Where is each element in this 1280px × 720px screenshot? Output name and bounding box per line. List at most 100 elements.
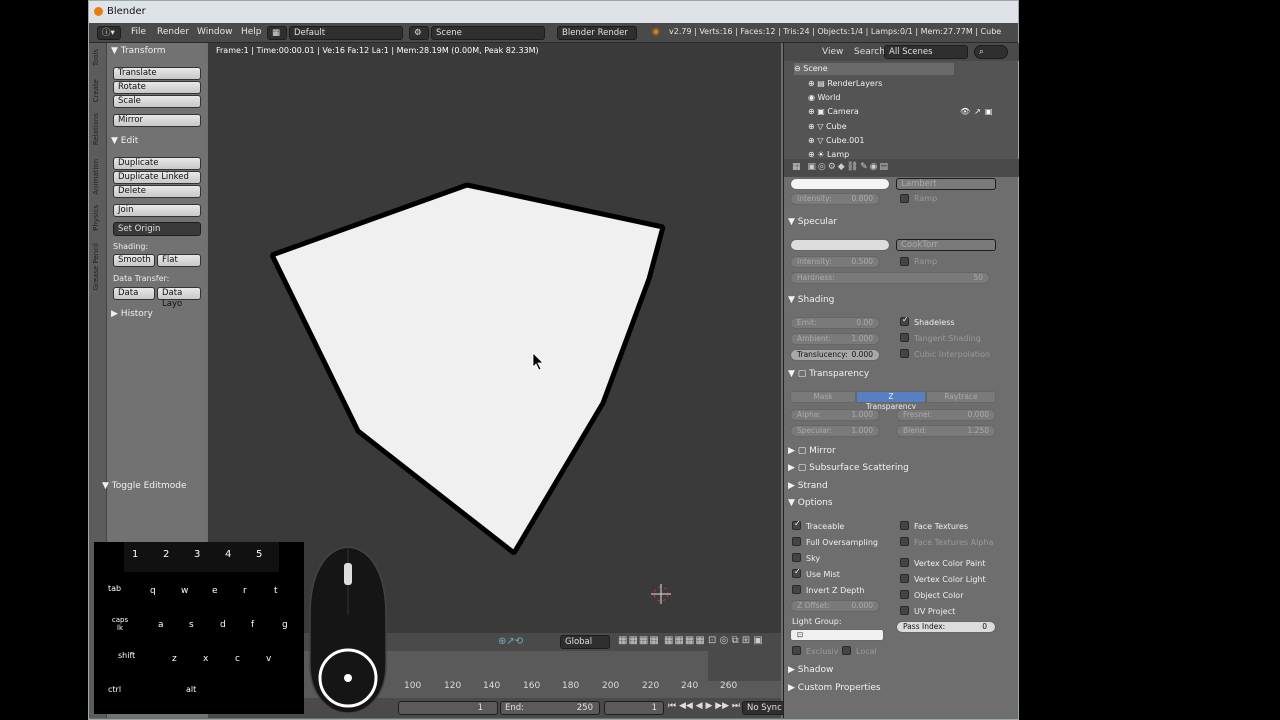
full-oversampling-checkbox[interactable] (792, 537, 801, 546)
options-header[interactable]: ▼ Options (788, 498, 833, 508)
mask-button[interactable]: Mask (790, 391, 856, 403)
shading-header[interactable]: ▼ Shading (788, 295, 834, 305)
diffuse-ramp-checkbox[interactable] (900, 194, 909, 203)
z-offset-field[interactable]: Z Offset: 0.000 (790, 600, 880, 612)
outliner-row-camera[interactable]: ⊕ ▣ Camera (808, 107, 859, 116)
editor-type-icon[interactable]: ⓘ▾ (97, 26, 121, 40)
invert-z-checkbox[interactable] (792, 585, 801, 594)
specular-color[interactable] (790, 239, 890, 251)
rotate-button[interactable]: Rotate (113, 81, 201, 94)
menu-render[interactable]: Render (157, 27, 189, 37)
smooth-button[interactable]: Smooth (113, 254, 155, 267)
tab-create[interactable]: Create (92, 79, 100, 102)
data-layo-button[interactable]: Data Layo (157, 287, 201, 309)
outliner-search-menu[interactable]: Search (854, 47, 885, 57)
sky-checkbox[interactable] (792, 553, 801, 562)
playback-controls[interactable]: ⏮ ◀◀ ◀ ▶ ▶▶ ⏭ (668, 701, 740, 711)
uv-project-checkbox[interactable] (900, 606, 909, 615)
light-group-field[interactable]: ⊡ (790, 629, 884, 641)
outliner-row-cube[interactable]: ⊕ ▽ Cube (808, 122, 847, 131)
mirror-button[interactable]: Mirror (113, 114, 201, 127)
tab-animation[interactable]: Animation (92, 159, 100, 195)
diffuse-color[interactable] (790, 178, 890, 190)
raytrace-button[interactable]: Raytrace (926, 391, 996, 403)
manipulator-icon[interactable]: ⊕↗⟲ (498, 636, 523, 647)
layout-icon[interactable]: ▦ (267, 26, 287, 40)
outliner-filter-dropdown[interactable]: All Scenes (884, 45, 968, 59)
scene-icon[interactable]: ⚙ (409, 26, 429, 40)
traceable-checkbox[interactable] (792, 519, 801, 530)
tab-physics[interactable]: Physics (92, 205, 100, 231)
alpha-field[interactable]: Alpha: 1.000 (790, 409, 880, 421)
fresnel-field[interactable]: Fresnel: 0.000 (896, 409, 996, 421)
outliner-view-menu[interactable]: View (822, 47, 843, 57)
exclusive-checkbox[interactable] (792, 646, 801, 655)
ambient-field[interactable]: Ambient: 1.000 (790, 333, 880, 345)
duplicate-linked-button[interactable]: Duplicate Linked (113, 171, 201, 184)
specular-header[interactable]: ▼ Specular (788, 217, 837, 227)
blend-field[interactable]: Blend: 1.250 (896, 425, 996, 437)
face-textures-alpha-checkbox[interactable] (900, 537, 909, 546)
history-header[interactable]: ▶ History (111, 309, 153, 319)
diffuse-intensity-field[interactable]: Intensity: 0.800 (790, 193, 880, 205)
specular-alpha-field[interactable]: Specular: 1.000 (790, 425, 880, 437)
layout-selector[interactable]: Default (289, 26, 403, 40)
outliner-row-cube001[interactable]: ⊕ ▽ Cube.001 (808, 136, 864, 145)
flat-button[interactable]: Flat (157, 254, 201, 267)
sss-header[interactable]: ▶ ▢ Subsurface Scattering (788, 463, 909, 473)
toggle-editmode-header[interactable]: ▼ Toggle Editmode (102, 481, 187, 491)
translate-button[interactable]: Translate (113, 67, 201, 80)
tangent-shading-checkbox[interactable] (900, 333, 909, 342)
shadeless-checkbox[interactable] (900, 315, 909, 326)
z-transparency-button[interactable]: Z Transparency (856, 391, 926, 411)
layers-icon[interactable]: ▦▦▦▦ ▦▦▦▦ (618, 635, 706, 646)
current-frame-field[interactable]: 1 (604, 701, 664, 715)
outliner-row-lamp[interactable]: ⊕ ☀ Lamp (808, 150, 849, 159)
tab-grease-pencil[interactable]: Grease Pencil (92, 243, 100, 290)
custom-properties-header[interactable]: ▶ Custom Properties (788, 683, 881, 693)
translucency-field[interactable]: Translucency: 0.000 (790, 349, 880, 361)
snap-icon[interactable]: ⊡ ◎ ⧉ ⊞ ▣ (708, 635, 763, 646)
data-button[interactable]: Data (113, 287, 155, 300)
specular-ramp-checkbox[interactable] (900, 257, 909, 266)
specular-shader-dropdown[interactable]: CookTorr (896, 239, 996, 251)
properties-tabs-icons[interactable]: ▦ ▣◎⚙◆⛓✎◉▤ (792, 162, 890, 172)
end-frame-field[interactable]: End: 250 (500, 701, 600, 715)
diffuse-shader-dropdown[interactable]: Lambert (896, 178, 996, 190)
specular-intensity-field[interactable]: Intensity: 0.500 (790, 256, 880, 268)
outliner-row-world[interactable]: ◉ World (808, 93, 840, 102)
tab-relations[interactable]: Relations (92, 113, 100, 145)
menu-file[interactable]: File (131, 27, 146, 37)
edit-header[interactable]: ▼ Edit (111, 136, 138, 146)
strand-header[interactable]: ▶ Strand (788, 481, 828, 491)
start-frame-field[interactable]: 1 (398, 701, 498, 715)
tab-tools[interactable]: Tools (92, 49, 100, 66)
hardness-field[interactable]: Hardness: 50 (790, 272, 990, 284)
menu-help[interactable]: Help (241, 27, 262, 37)
scale-button[interactable]: Scale (113, 95, 201, 108)
delete-button[interactable]: Delete (113, 185, 201, 198)
shadow-header[interactable]: ▶ Shadow (788, 665, 833, 675)
join-button[interactable]: Join (113, 204, 201, 217)
visibility-icons[interactable]: 👁↗▣ (960, 107, 996, 116)
transparency-header[interactable]: ▼ ▢ Transparency (788, 369, 869, 379)
orientation-dropdown[interactable]: Global (560, 635, 610, 649)
outliner-row-renderlayers[interactable]: ⊕ ▤ RenderLayers (808, 79, 882, 88)
emit-field[interactable]: Emit: 0.00 (790, 317, 880, 329)
transform-header[interactable]: ▼ Transform (111, 46, 166, 56)
outliner-row-scene[interactable]: ⊖ Scene (794, 64, 828, 73)
local-checkbox[interactable] (842, 646, 851, 655)
scene-selector[interactable]: Scene (431, 26, 545, 40)
use-mist-checkbox[interactable] (792, 567, 801, 578)
vertex-color-light-checkbox[interactable] (900, 574, 909, 583)
render-engine-selector[interactable]: Blender Render (557, 26, 637, 40)
menu-window[interactable]: Window (197, 27, 233, 37)
outliner-search-field[interactable]: ⌕ (974, 45, 1008, 59)
vertex-color-paint-checkbox[interactable] (900, 558, 909, 567)
mirror-header[interactable]: ▶ ▢ Mirror (788, 446, 836, 456)
duplicate-button[interactable]: Duplicate (113, 157, 201, 170)
face-textures-checkbox[interactable] (900, 521, 909, 530)
pass-index-field[interactable]: Pass Index: 0 (896, 621, 996, 633)
cubic-interpolation-checkbox[interactable] (900, 349, 909, 358)
set-origin-dropdown[interactable]: Set Origin (113, 222, 201, 236)
